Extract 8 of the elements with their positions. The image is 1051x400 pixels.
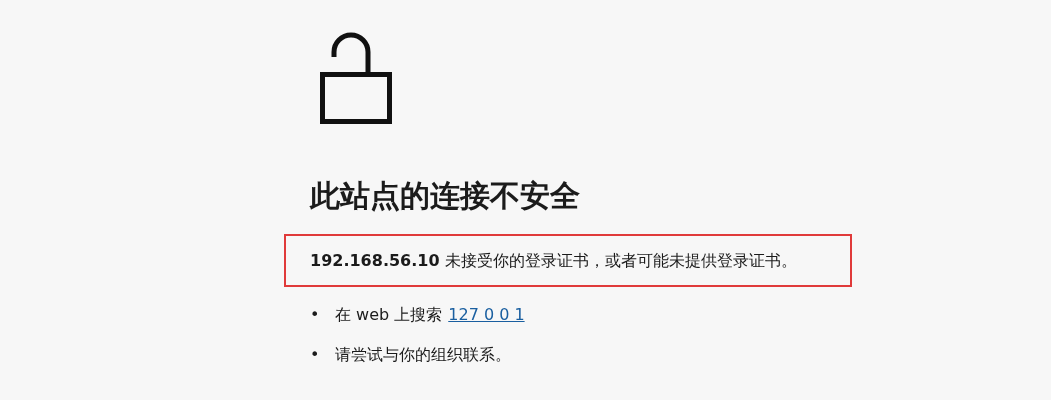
suggestion-text: 请尝试与你的组织联系。 [335,344,511,366]
bullet: • [310,305,320,324]
bullet: • [310,345,320,364]
suggestion-text: 在 web 上搜索 [335,304,443,326]
error-message: 192.168.56.10 未接受你的登录证书，或者可能未提供登录证书。 [310,249,797,272]
unlocked-padlock-icon [320,30,392,124]
search-link[interactable]: 127 0 0 1 [448,303,525,327]
page-heading: 此站点的连接不安全 [310,177,580,215]
